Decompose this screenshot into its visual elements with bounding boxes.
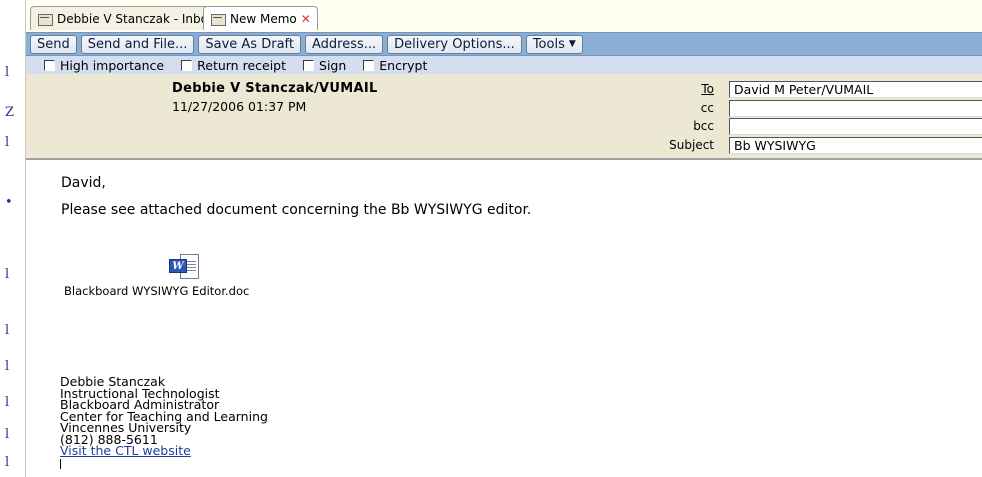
subject-field[interactable]: Bb WYSIWYG [729,137,982,154]
left-gutter: l Z l • l l l l l l [0,0,26,477]
gutter-mark: l [5,267,10,282]
save-as-draft-label: Save As Draft [205,36,294,52]
high-importance-label: High importance [60,57,165,73]
gutter-mark: l [5,359,10,374]
tools-menu-button[interactable]: Tools ▼ [525,34,583,54]
tab-new-memo[interactable]: New Memo ✕ [203,6,318,30]
gutter-mark: l [5,65,10,80]
subject-label: Subject [669,138,714,152]
inbox-icon [37,12,53,26]
word-badge: W [169,259,187,273]
signature: Debbie Stanczak Instructional Technologi… [60,376,268,469]
encrypt-option[interactable]: Encrypt [363,58,427,73]
high-importance-option[interactable]: High importance [44,58,164,73]
tools-label: Tools [532,36,565,52]
delivery-options-button[interactable]: Delivery Options... [387,34,522,54]
send-and-file-button[interactable]: Send and File... [80,34,195,54]
tab-strip: Debbie V Stanczak - Inbox New Memo ✕ [26,0,982,32]
gutter-mark: l [5,323,10,338]
cc-field[interactable] [729,100,982,117]
to-label-link[interactable]: To [701,82,714,96]
encrypt-checkbox[interactable] [363,59,375,71]
caret-down-icon: ▼ [568,39,576,49]
from-name: Debbie V Stanczak/VUMAIL [172,81,378,96]
attachment-name[interactable]: Blackboard WYSIWYG Editor.doc [64,284,249,298]
gutter-mark: • [5,195,13,210]
memo-window: l Z l • l l l l l l Debbie V Stanczak - … [0,0,982,477]
sign-checkbox[interactable] [303,59,315,71]
gutter-mark: l [5,395,10,410]
cc-label: cc [700,101,714,115]
word-document-icon[interactable]: W [166,253,202,283]
bcc-field[interactable] [729,118,982,135]
tab-inbox-label: Debbie V Stanczak - Inbox [57,11,215,26]
send-button[interactable]: Send [30,34,77,54]
gutter-mark: Z [5,105,15,120]
encrypt-label: Encrypt [379,57,428,73]
gutter-mark: l [5,135,10,150]
return-receipt-checkbox[interactable] [181,59,193,71]
body-text: Please see attached document concerning … [61,202,532,218]
ctl-website-link[interactable]: Visit the CTL website [60,443,191,458]
return-receipt-option[interactable]: Return receipt [181,58,286,73]
bcc-label: bcc [693,119,714,133]
to-field[interactable]: David M Peter/VUMAIL [729,81,982,98]
send-and-file-label: Send and File... [87,36,188,52]
greeting-text: David, [61,175,106,191]
sign-label: Sign [319,57,347,73]
memo-icon [210,12,226,26]
from-date: 11/27/2006 01:37 PM [172,99,307,114]
memo-body[interactable]: David, Please see attached document conc… [26,160,982,477]
sign-option[interactable]: Sign [303,58,346,73]
tab-inbox[interactable]: Debbie V Stanczak - Inbox [30,6,222,30]
high-importance-checkbox[interactable] [44,59,55,71]
delivery-options-bar: High importance Return receipt Sign Encr… [26,56,982,74]
close-tab-icon[interactable]: ✕ [301,12,311,26]
return-receipt-label: Return receipt [197,57,287,73]
address-label: Address... [311,36,377,52]
save-as-draft-button[interactable]: Save As Draft [198,34,301,54]
send-button-label: Send [37,36,70,52]
memo-header: Debbie V Stanczak/VUMAIL 11/27/2006 01:3… [26,74,982,160]
gutter-mark: l [5,455,10,470]
delivery-options-label: Delivery Options... [394,36,515,52]
action-toolbar: Send Send and File... Save As Draft Addr… [26,32,982,56]
address-button[interactable]: Address... [304,34,384,54]
tab-new-memo-label: New Memo [230,11,297,26]
gutter-mark: l [5,427,10,442]
text-cursor [60,458,61,469]
